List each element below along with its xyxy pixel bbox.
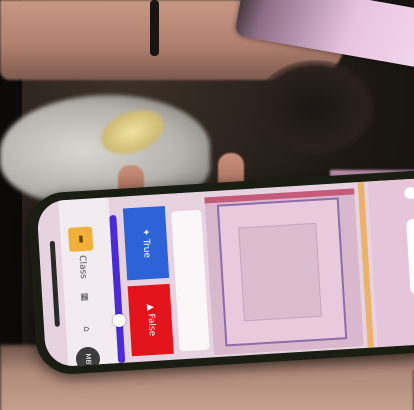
panel-button[interactable] [406, 218, 414, 296]
phone-screen: ▬ Class ▦ ⌂ MB ✦ True ▲ False [36, 177, 414, 368]
folder-icon[interactable]: ▬ [67, 226, 94, 252]
whiteboard-canvas[interactable] [204, 188, 364, 356]
phone: ▬ Class ▦ ⌂ MB ✦ True ▲ False [26, 169, 414, 377]
avatar[interactable]: MB [75, 346, 101, 368]
canvas-content [238, 222, 322, 322]
canvas-frame [216, 197, 348, 347]
grid-icon[interactable]: ▦ [71, 284, 96, 309]
true-button[interactable]: ✦ True [122, 205, 170, 281]
true-button-label: ✦ True [140, 228, 152, 259]
menu-icon[interactable] [404, 186, 414, 200]
photo-scene: ▬ Class ▦ ⌂ MB ✦ True ▲ False [0, 0, 414, 410]
background-object [255, 60, 375, 155]
statement-card [171, 209, 210, 352]
home-indicator[interactable] [49, 240, 60, 327]
slider-thumb[interactable] [112, 313, 127, 327]
home-icon[interactable]: ⌂ [73, 316, 98, 341]
side-panel [367, 177, 414, 348]
class-label[interactable]: Class [70, 254, 95, 279]
false-button-label: ▲ False [144, 303, 157, 337]
wrist-band [150, 0, 159, 56]
false-button[interactable]: ▲ False [127, 283, 174, 357]
